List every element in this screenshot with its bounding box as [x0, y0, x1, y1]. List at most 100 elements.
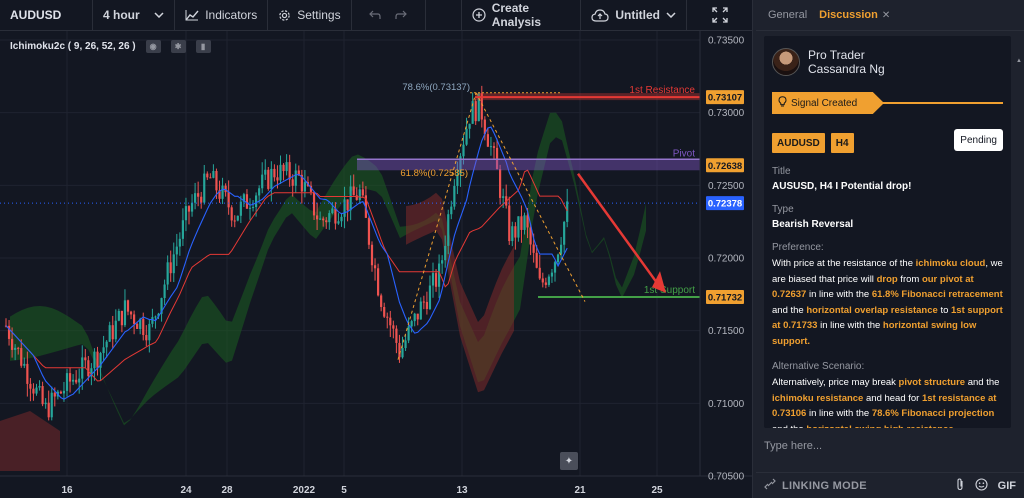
message-input[interactable]: Type here... — [756, 432, 1024, 460]
candle-body — [447, 214, 450, 246]
candle-body — [401, 348, 404, 358]
candle-body — [560, 244, 563, 255]
idea-bulb-icon[interactable]: ✦ — [560, 452, 578, 470]
preference-run: in line with the — [806, 289, 872, 300]
gear-icon[interactable]: ✱ — [170, 40, 186, 53]
candle-body — [288, 162, 291, 180]
candle-body — [312, 191, 316, 216]
price-chart[interactable]: 1st Resistance Pivot 1st Support 78.6%(0.73… — [0, 31, 752, 498]
scroll-up-icon[interactable]: ▲ — [1016, 58, 1022, 64]
attachment-icon[interactable] — [955, 477, 965, 494]
price-tick-label: 0.73500 — [708, 36, 745, 47]
candle-body — [566, 201, 569, 222]
candle-body — [550, 272, 554, 277]
candle-body — [267, 169, 270, 189]
candle-body — [65, 373, 69, 391]
candle-body — [154, 316, 157, 318]
kumo-cloud-bearish — [406, 192, 514, 393]
preference-run: in line with the — [817, 320, 883, 331]
gif-button[interactable]: GIF — [998, 480, 1016, 492]
candle-body — [340, 216, 343, 222]
trash-icon[interactable]: ▮ — [195, 40, 211, 53]
avatar[interactable] — [772, 48, 800, 76]
tab-general[interactable]: General — [768, 9, 807, 21]
price-label: 0.72638 — [708, 161, 742, 172]
symbol-search-button[interactable]: AUDUSD — [0, 0, 93, 31]
interval-dropdown[interactable]: 4 hour — [93, 0, 176, 31]
signal-created-tag: Signal Created — [772, 92, 884, 114]
link-icon[interactable] — [764, 478, 776, 493]
candle-body — [181, 220, 184, 239]
fullscreen-button[interactable] — [687, 0, 752, 31]
price-tick-label: 0.72500 — [708, 181, 745, 192]
message-placeholder: Type here... — [764, 440, 823, 452]
price-tick-label: 0.70500 — [708, 472, 745, 483]
candle-body — [32, 388, 35, 394]
linking-mode-label[interactable]: LINKING MODE — [782, 480, 867, 492]
time-tick-label: 5 — [341, 485, 347, 496]
candle-body — [517, 216, 520, 238]
candle-body — [444, 245, 447, 261]
candle-body — [62, 390, 66, 394]
alt-scenario-run: pivot structure — [898, 377, 966, 388]
candle-body — [325, 220, 328, 223]
candle-body — [547, 276, 550, 285]
candle-body — [251, 207, 255, 209]
fib-label: 61.8%(0.72585) — [400, 168, 468, 179]
candle-body — [386, 316, 389, 318]
signal-created-row: Signal Created — [772, 92, 1003, 114]
chart-area[interactable]: 1st Resistance Pivot 1st Support 78.6%(0.73… — [0, 31, 752, 498]
candle-body — [462, 144, 465, 157]
close-icon[interactable]: ✕ — [882, 10, 890, 21]
signal-timeline — [882, 102, 1003, 104]
indicator-legend-label: Ichimoku2c ( 9, 26, 52, 26 ) — [10, 41, 136, 52]
candle-body — [392, 325, 395, 329]
preference-run: drop — [876, 273, 898, 285]
undo-redo-group — [352, 0, 426, 31]
tab-discussion[interactable]: Discussion — [819, 9, 878, 21]
candle-body — [514, 226, 517, 238]
preference-run: from — [897, 273, 922, 285]
emoji-icon[interactable] — [975, 477, 988, 494]
candle-body — [166, 262, 169, 285]
fullscreen-icon — [711, 7, 728, 23]
eye-icon[interactable]: ◉ — [145, 40, 161, 53]
candle-body — [102, 347, 105, 354]
candle-body — [285, 162, 288, 172]
alt-scenario-run: and the — [772, 424, 806, 429]
discussion-panel: General Discussion ✕ ▲ Pro Trader Cassan… — [756, 0, 1024, 498]
create-analysis-label: Create Analysis — [491, 1, 542, 29]
candle-body — [563, 221, 566, 245]
fib-label: 78.6%(0.73137) — [402, 82, 470, 93]
candle-body — [352, 186, 355, 196]
candle-body — [553, 262, 557, 273]
candle-body — [520, 216, 523, 230]
alt-scenario-label: Alternative Scenario: — [772, 361, 865, 372]
top-toolbar: AUDUSD 4 hour Indicators Settings Create… — [0, 0, 752, 31]
undo-icon[interactable] — [369, 10, 381, 20]
candle-body — [465, 128, 468, 145]
candle-body — [370, 244, 374, 266]
candle-body — [450, 206, 453, 215]
price-label: 0.72378 — [708, 199, 742, 210]
candle-body — [175, 246, 178, 255]
indicators-icon — [185, 9, 199, 21]
time-tick-label: 28 — [221, 485, 233, 496]
candle-body — [526, 215, 529, 228]
candle-body — [26, 363, 29, 384]
create-analysis-button[interactable]: Create Analysis — [462, 0, 582, 31]
candle-body — [23, 363, 26, 366]
candle-body — [474, 101, 477, 122]
price-label: 0.73107 — [708, 93, 742, 104]
indicators-button[interactable]: Indicators — [175, 0, 269, 31]
candle-body — [178, 238, 181, 247]
panel-tabs: General Discussion ✕ — [756, 0, 1024, 31]
candle-body — [425, 301, 428, 309]
redo-icon[interactable] — [395, 10, 408, 20]
candle-body — [72, 379, 75, 382]
candle-body — [133, 314, 136, 324]
settings-button[interactable]: Settings — [268, 0, 352, 31]
layout-name-button[interactable]: Untitled — [581, 0, 687, 31]
signal-created-label: Signal Created — [791, 97, 858, 109]
candle-body — [544, 282, 547, 285]
